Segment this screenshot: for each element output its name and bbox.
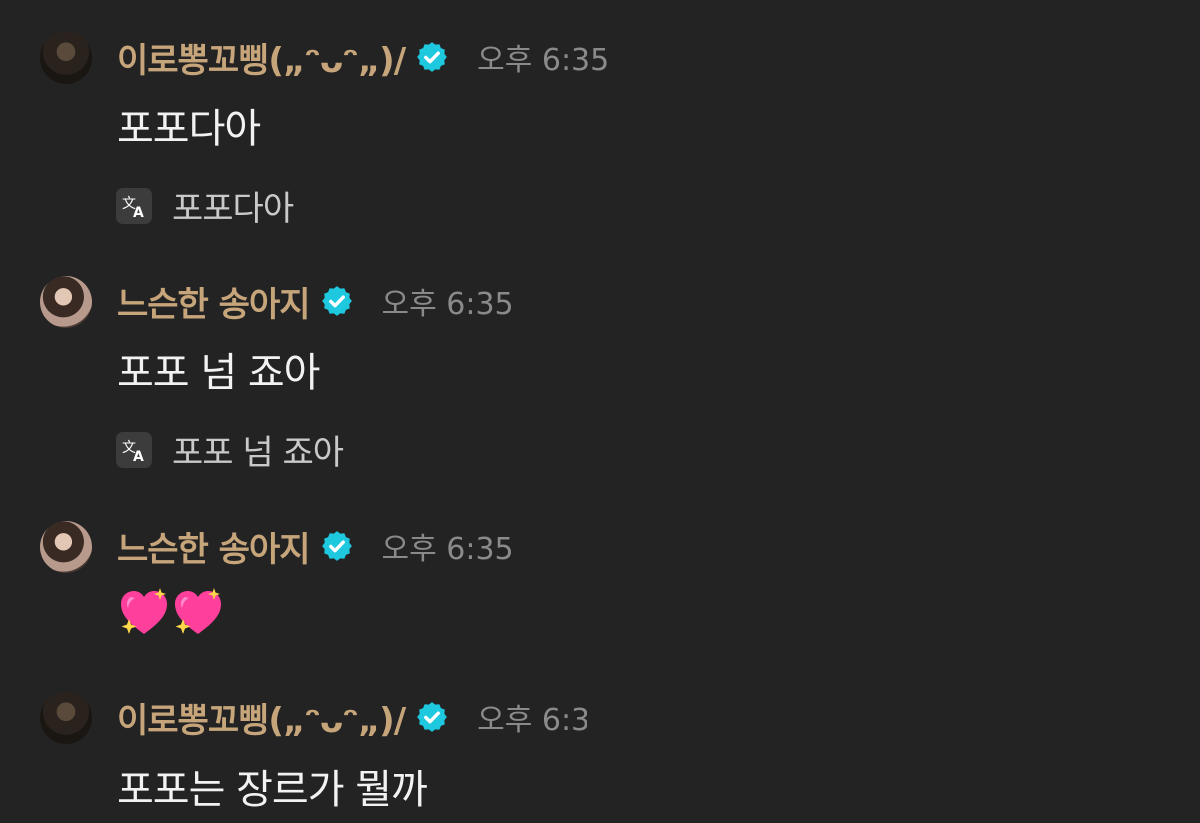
translation-row[interactable]: 文 A 포포다아: [116, 181, 294, 230]
verified-badge-icon: [321, 531, 352, 561]
username[interactable]: 이로뽕꼬삥(„ᵔᴗᵔ„)/: [117, 33, 406, 82]
timestamp: 오후 6:35: [477, 703, 588, 738]
timestamp: 오후 6:35: [381, 287, 514, 322]
translated-text: 포포 넘 죠아: [172, 433, 344, 473]
timestamp: 오후 6:35: [477, 43, 610, 78]
verified-badge-icon: [417, 702, 447, 732]
svg-text:A: A: [133, 205, 144, 220]
user-avatar[interactable]: [40, 692, 92, 744]
timestamp: 오후 6:35: [381, 532, 514, 567]
message-text: 포포다아: [117, 106, 261, 152]
translate-icon: 文 A: [116, 431, 152, 468]
message-header: 이로뽕꼬삥(„ᵔᴗᵔ„)/ 오후 6:35: [117, 33, 609, 81]
username[interactable]: 이로뽕꼬삥(„ᵔᴗᵔ„)/: [117, 693, 406, 742]
verified-badge-icon: [321, 286, 352, 316]
translation-row[interactable]: 文 A 포포 넘 죠아: [116, 425, 344, 474]
svg-text:A: A: [133, 449, 144, 464]
message-header: 이로뽕꼬삥(„ᵔᴗᵔ„)/ 오후 6:35: [117, 693, 587, 741]
user-avatar[interactable]: [40, 276, 92, 328]
message-text: 포포는 장르가 뭘까: [117, 767, 428, 813]
verified-badge-icon: [417, 42, 447, 72]
message-header: 느슨한 송아지 오후 6:35: [117, 277, 514, 325]
translated-text: 포포다아: [172, 189, 294, 229]
username[interactable]: 느슨한 송아지: [117, 277, 311, 326]
translate-icon: 文 A: [116, 187, 152, 224]
message-text: 포포 넘 죠아: [117, 350, 320, 396]
message-header: 느슨한 송아지 오후 6:35: [117, 522, 514, 570]
user-avatar[interactable]: [40, 521, 92, 573]
user-avatar[interactable]: [40, 32, 92, 84]
username[interactable]: 느슨한 송아지: [117, 522, 311, 571]
sparkling-heart-icon: [175, 588, 221, 634]
sparkling-heart-icon: [121, 588, 167, 634]
emoji-message: [117, 586, 225, 640]
